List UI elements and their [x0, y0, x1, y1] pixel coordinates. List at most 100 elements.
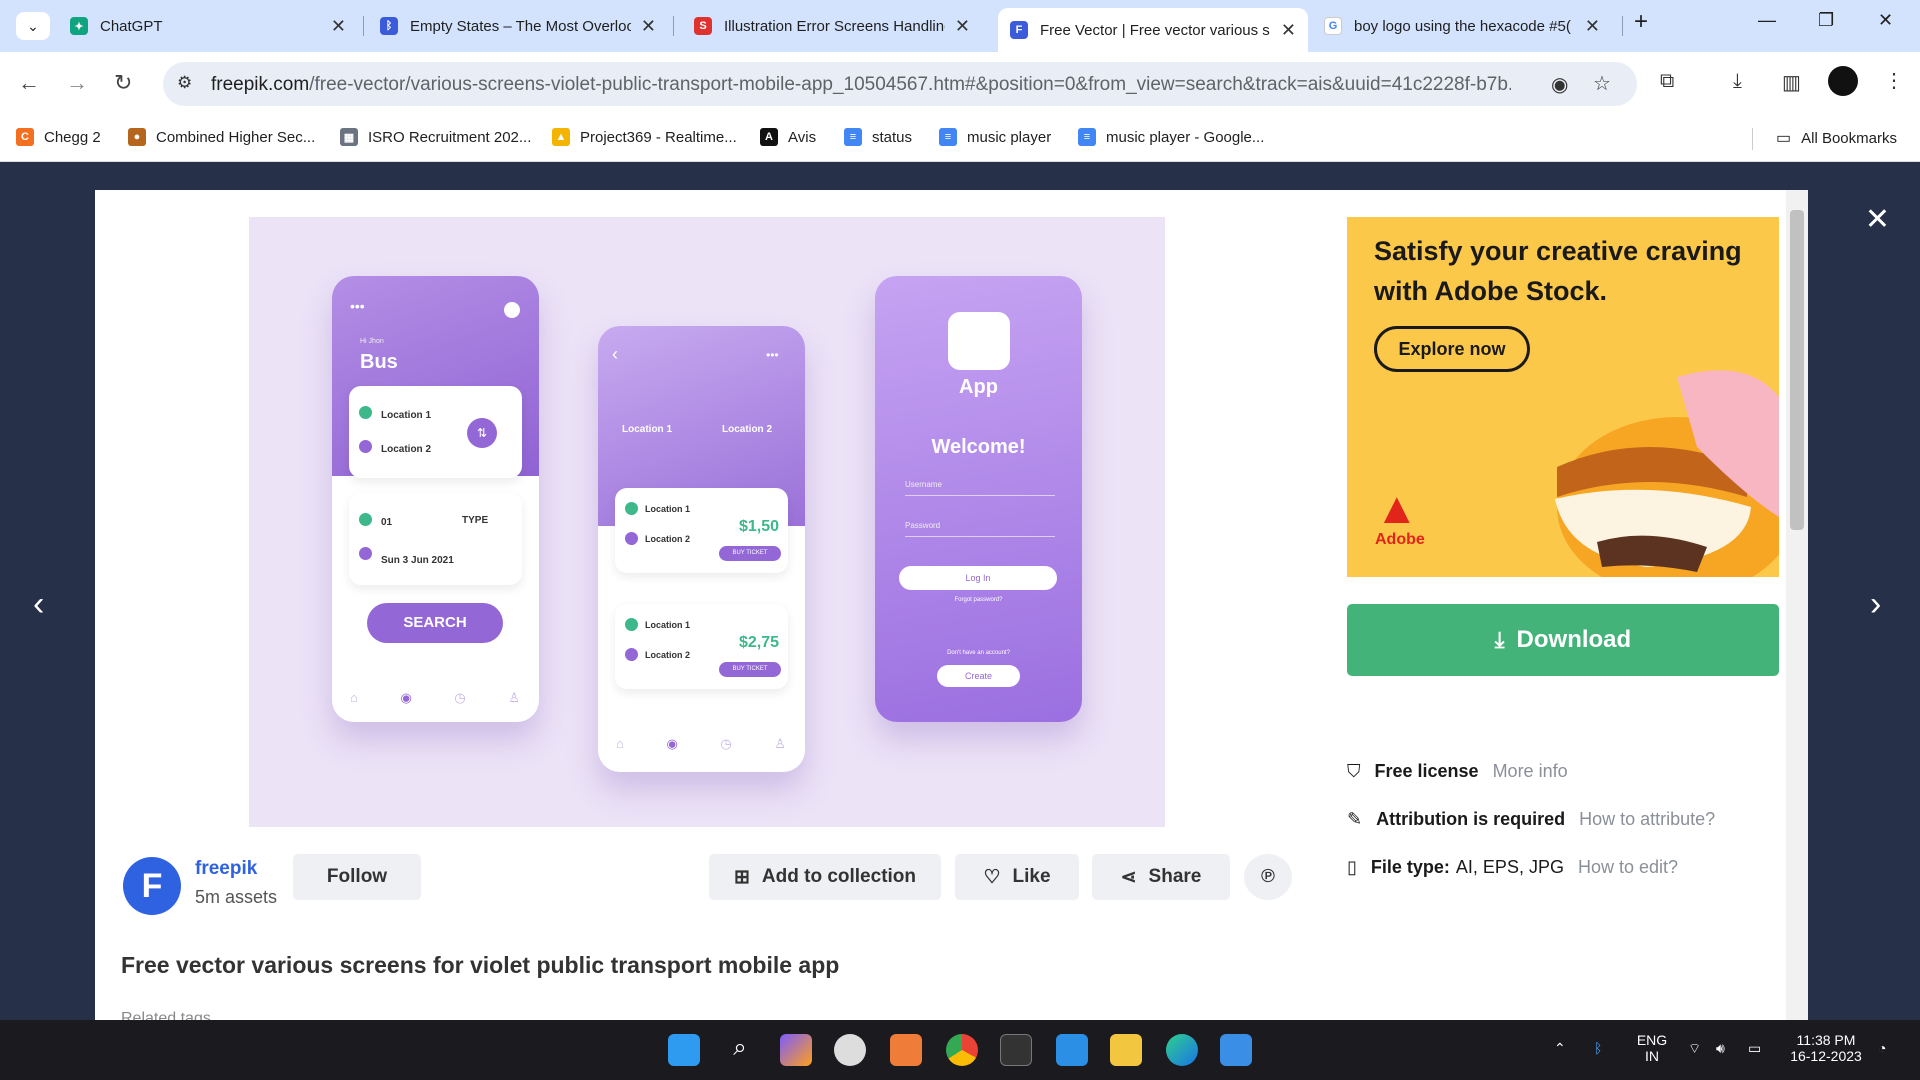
extensions-icon[interactable]: ⧉ — [1660, 70, 1674, 93]
close-tab-icon[interactable]: ✕ — [1585, 16, 1600, 37]
volume-icon[interactable]: 🔊︎ — [1716, 1040, 1725, 1057]
follow-button[interactable]: Follow — [293, 854, 421, 900]
close-tab-icon[interactable]: ✕ — [1281, 20, 1296, 41]
doc-icon: ≡ — [1078, 128, 1096, 146]
more-dots-icon: ••• — [766, 348, 779, 362]
clock-date: 16-12-2023 — [1790, 1048, 1862, 1064]
url-path: /free-vector/various-screens-violet-publ… — [309, 74, 1511, 95]
bookmark-status[interactable]: ≡ status — [844, 128, 912, 146]
file-explorer-icon[interactable] — [1110, 1034, 1142, 1066]
new-tab-button[interactable]: + — [1634, 8, 1648, 36]
language-code: ENG — [1636, 1032, 1668, 1048]
swap-icon: ⇅ — [467, 418, 497, 448]
reload-button[interactable]: ↻ — [114, 70, 132, 96]
all-bookmarks[interactable]: ▭ All Bookmarks — [1776, 128, 1897, 148]
vscode-icon[interactable] — [1056, 1034, 1088, 1066]
license-row: ⛉ Free license More info — [1347, 761, 1568, 782]
clock-time: 11:38 PM — [1796, 1032, 1856, 1048]
how-to-attribute-link[interactable]: How to attribute? — [1579, 809, 1715, 830]
edge-icon[interactable] — [1166, 1034, 1198, 1066]
restore-button[interactable]: ❐ — [1818, 10, 1834, 31]
route-to: Location 2 — [722, 424, 773, 435]
share-icon: ⋖ — [1120, 866, 1137, 888]
next-arrow-icon[interactable]: › — [1870, 585, 1881, 624]
bookmark-star-icon[interactable]: ☆ — [1593, 71, 1611, 96]
close-tab-icon[interactable]: ✕ — [955, 16, 970, 37]
filetype-value: AI, EPS, JPG — [1455, 857, 1564, 877]
more-info-link[interactable]: More info — [1493, 761, 1568, 782]
tab-search-button[interactable]: ⌄ — [16, 12, 50, 40]
passenger-count: 01 — [381, 517, 393, 528]
paint-icon[interactable] — [1220, 1034, 1252, 1066]
ticket-to: Location 2 — [645, 650, 691, 660]
wifi-icon[interactable]: ⌔ — [1688, 1040, 1701, 1058]
angular-icon: A — [760, 128, 778, 146]
tab-freepik[interactable]: F Free Vector | Free vector various s ✕ — [998, 8, 1308, 52]
chevron-up-icon[interactable]: ⌃ — [1554, 1040, 1566, 1057]
preview-image[interactable]: ••• Hi Jhon Bus Location 1 Location 2 ⇅ … — [249, 217, 1165, 827]
tab-chatgpt[interactable]: ✦ ChatGPT ✕ — [58, 8, 358, 44]
xampp-icon[interactable] — [890, 1034, 922, 1066]
windows-start-icon[interactable] — [668, 1034, 700, 1066]
tab-boy-logo[interactable]: G boy logo using the hexacode #5( ✕ — [1312, 8, 1612, 44]
widgets-icon[interactable] — [780, 1034, 812, 1066]
bookmarks-bar: C Chegg 2 ● Combined Higher Sec... ▦ ISRO R… — [0, 116, 1920, 162]
download-button[interactable]: ⤓ Download — [1347, 604, 1779, 676]
scrollbar-thumb[interactable] — [1790, 210, 1804, 530]
site-info-icon[interactable]: ⚙ — [177, 73, 192, 93]
side-panel-icon[interactable]: ▥ — [1782, 70, 1801, 95]
search-icon[interactable]: ⌕ — [724, 1034, 756, 1066]
like-button[interactable]: ♡ Like — [955, 854, 1079, 900]
close-tab-icon[interactable]: ✕ — [641, 16, 656, 37]
emblem-icon: ● — [128, 128, 146, 146]
notification-bell-icon[interactable]: ◔ — [1878, 1040, 1886, 1056]
route-from: Location 1 — [622, 424, 673, 435]
download-icon[interactable]: ⤓ — [1733, 70, 1742, 93]
eye-slash-icon[interactable]: ◉ — [1551, 72, 1568, 97]
battery-icon[interactable]: ▭ — [1748, 1040, 1761, 1057]
address-bar[interactable]: ⚙ freepik.com/free-vector/various-screen… — [163, 62, 1637, 106]
bookmark-chegg[interactable]: C Chegg 2 — [16, 128, 101, 146]
minimize-button[interactable]: — — [1758, 10, 1776, 31]
bluetooth-icon[interactable]: ᛒ — [1594, 1040, 1602, 1056]
bookmark-music-player-google[interactable]: ≡ music player - Google... — [1078, 128, 1264, 146]
tab-illustration-error[interactable]: S Illustration Error Screens Handling ✕ — [682, 8, 982, 44]
menu-icon[interactable]: ⋮ — [1884, 68, 1904, 93]
ticket-price: $2,75 — [739, 634, 780, 651]
terminal-icon[interactable] — [1000, 1034, 1032, 1066]
bookmark-isro[interactable]: ▦ ISRO Recruitment 202... — [340, 128, 531, 146]
tab-empty-states[interactable]: ᛒ Empty States – The Most Overloo ✕ — [368, 8, 668, 44]
details-card: 01 TYPE Sun 3 Jun 2021 — [349, 493, 522, 585]
like-label: Like — [1012, 866, 1051, 887]
phone-bus-screen: ••• Hi Jhon Bus Location 1 Location 2 ⇅ … — [332, 276, 539, 722]
chrome-icon[interactable] — [946, 1034, 978, 1066]
prev-arrow-icon[interactable]: ‹ — [33, 585, 44, 624]
scrollbar[interactable] — [1786, 190, 1808, 1020]
bookmark-music-player[interactable]: ≡ music player — [939, 128, 1051, 146]
author-name[interactable]: freepik — [195, 858, 257, 880]
bookmark-project369[interactable]: ▲ Project369 - Realtime... — [552, 128, 737, 146]
close-tab-icon[interactable]: ✕ — [331, 16, 346, 37]
bookmark-avis[interactable]: A Avis — [760, 128, 816, 146]
close-window-button[interactable]: ✕ — [1878, 10, 1893, 31]
forward-button[interactable]: → — [66, 70, 88, 96]
pinterest-button[interactable]: ℗ — [1244, 854, 1292, 900]
no-account-text: Don't have an account? — [947, 650, 1010, 656]
language-indicator[interactable]: ENG IN — [1634, 1032, 1670, 1064]
author-avatar[interactable]: F — [123, 857, 181, 915]
adobe-wordmark: Adobe — [1375, 531, 1425, 548]
add-to-collection-button[interactable]: ⊞ Add to collection — [709, 854, 941, 900]
toolbar: ← → ↻ ⚙ freepik.com/free-vector/various-… — [0, 52, 1920, 116]
close-modal-icon[interactable]: ✕ — [1865, 202, 1890, 237]
how-to-edit-link[interactable]: How to edit? — [1578, 857, 1678, 878]
clock[interactable]: 11:38 PM 16-12-2023 — [1780, 1032, 1872, 1064]
share-button[interactable]: ⋖ Share — [1092, 854, 1230, 900]
pen-icon: ✎ — [1347, 809, 1363, 829]
profile-avatar[interactable] — [1828, 66, 1858, 96]
back-button[interactable]: ← — [18, 70, 40, 96]
clock-app-icon[interactable] — [834, 1034, 866, 1066]
adobe-stock-ad[interactable]: Satisfy your creative craving with Adobe… — [1347, 217, 1779, 577]
bookmark-combined[interactable]: ● Combined Higher Sec... — [128, 128, 315, 146]
share-label: Share — [1148, 866, 1202, 887]
url-text[interactable]: freepik.com/free-vector/various-screens-… — [211, 74, 1511, 96]
